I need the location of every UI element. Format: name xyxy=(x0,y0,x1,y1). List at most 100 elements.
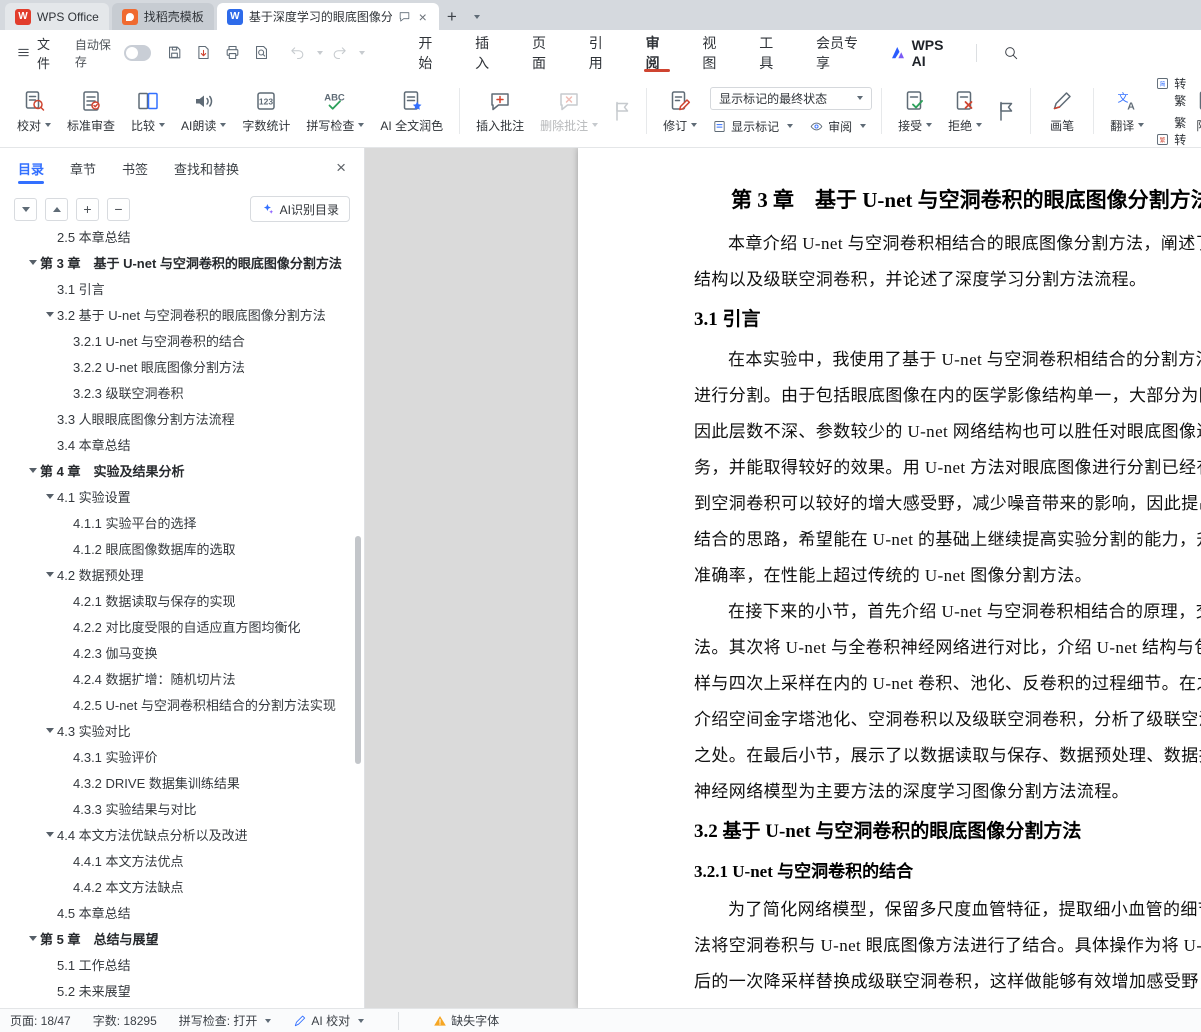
sidebar-tab-书签[interactable]: 书签 xyxy=(122,148,148,188)
tab-list-dropdown-icon[interactable] xyxy=(465,3,485,30)
toc-item[interactable]: 4.2.5 U-net 与空洞卷积相结合的分割方法实现 xyxy=(0,691,364,717)
toc-item[interactable]: 4.3.3 实验结果与对比 xyxy=(0,795,364,821)
wps-ai-icon xyxy=(889,44,907,62)
toc-item[interactable]: 2.5 本章总结 xyxy=(0,230,364,249)
accept-button[interactable]: 接受 xyxy=(891,81,939,141)
toc-item[interactable]: 4.5 本章总结 xyxy=(0,899,364,925)
toc-item[interactable]: 3.2.2 U-net 眼底图像分割方法 xyxy=(0,353,364,379)
proofread-button[interactable]: 校对 xyxy=(10,81,58,141)
toc-item[interactable]: 3.1 引言 xyxy=(0,275,364,301)
wps-office-tab[interactable]: W WPS Office xyxy=(5,3,109,30)
toc-item[interactable]: 4.3.1 实验评价 xyxy=(0,743,364,769)
traditional-to-simplified-button[interactable]: 繁 繁转简 xyxy=(1155,114,1186,148)
toc-item[interactable]: 第 5 章 总结与展望 xyxy=(0,925,364,951)
expand-arrow-icon[interactable] xyxy=(26,259,40,265)
file-menu-button[interactable]: 文件 xyxy=(10,30,65,76)
toc-item[interactable]: 5.2 未来展望 xyxy=(0,977,364,1003)
toc-item[interactable]: 第 3 章 基于 U-net 与空洞卷积的眼底图像分割方法 xyxy=(0,249,364,275)
toc-item[interactable]: 4.3 实验对比 xyxy=(0,717,364,743)
toc-item[interactable]: 4.4.2 本文方法缺点 xyxy=(0,873,364,899)
expand-arrow-icon[interactable] xyxy=(43,831,57,837)
close-tab-icon[interactable]: × xyxy=(417,9,429,25)
sidebar-tab-目录[interactable]: 目录 xyxy=(18,148,45,188)
reject-button[interactable]: 拒绝 xyxy=(941,81,989,141)
toc-item[interactable]: 3.4 本章总结 xyxy=(0,431,364,457)
toc-item[interactable]: 4.4.1 本文方法优点 xyxy=(0,847,364,873)
word-count-indicator[interactable]: 字数: 18295 xyxy=(93,1012,157,1029)
expand-arrow-icon[interactable] xyxy=(43,311,57,317)
expand-arrow-icon[interactable] xyxy=(43,571,57,577)
pen-button[interactable]: 画笔 xyxy=(1040,81,1084,141)
wps-ai-button[interactable]: WPS AI xyxy=(889,37,955,69)
menu-tab-工具[interactable]: 工具 xyxy=(742,30,799,75)
search-button[interactable] xyxy=(999,40,1023,66)
collapse-all-button[interactable] xyxy=(14,197,37,221)
toc-item[interactable]: 3.3 人眼眼底图像分割方法流程 xyxy=(0,405,364,431)
toc-item[interactable]: 4.1 实验设置 xyxy=(0,483,364,509)
spellcheck-status[interactable]: 拼写检查: 打开 xyxy=(179,1012,272,1029)
toc-item[interactable]: 4.2.4 数据扩增：随机切片法 xyxy=(0,665,364,691)
expand-arrow-icon[interactable] xyxy=(43,493,57,499)
zoom-in-button[interactable]: + xyxy=(76,197,99,221)
autosave-toggle[interactable] xyxy=(124,44,152,61)
sidebar-tab-查找和替换[interactable]: 查找和替换 xyxy=(174,148,239,188)
expand-arrow-icon[interactable] xyxy=(43,727,57,733)
std-review-button[interactable]: 标准审查 xyxy=(60,81,122,141)
review-mode-button[interactable]: 审阅 xyxy=(807,117,868,136)
zoom-out-button[interactable]: − xyxy=(107,197,130,221)
toc-item[interactable]: 4.1.2 眼底图像数据库的选取 xyxy=(0,535,364,561)
markup-state-combo[interactable]: 显示标记的最终状态 xyxy=(710,86,873,110)
restrict-edit-button[interactable]: 限制 xyxy=(1186,81,1201,141)
save-button[interactable] xyxy=(161,40,187,66)
ai-read-button[interactable]: AI朗读 xyxy=(174,81,233,141)
ai-identify-toc-button[interactable]: AI识别目录 xyxy=(249,196,350,222)
toc-item[interactable]: 5.1 工作总结 xyxy=(0,951,364,977)
missing-font-warning[interactable]: 缺失字体 xyxy=(433,1012,499,1029)
revise-button[interactable]: 修订 xyxy=(656,81,704,141)
print-button[interactable] xyxy=(219,40,245,66)
toc-item[interactable]: 4.1.1 实验平台的选择 xyxy=(0,509,364,535)
expand-arrow-icon[interactable] xyxy=(26,467,40,473)
new-tab-button[interactable]: + xyxy=(439,3,465,30)
flag-button[interactable] xyxy=(991,81,1021,141)
toc-item[interactable]: 第 4 章 实验及结果分析 xyxy=(0,457,364,483)
export-icon xyxy=(195,44,212,61)
expand-all-button[interactable] xyxy=(45,197,68,221)
word-count-button[interactable]: 123 字数统计 xyxy=(235,81,297,141)
spell-check-button[interactable]: ABC 拼写检查 xyxy=(299,81,371,141)
toc-item[interactable]: 3.2.1 U-net 与空洞卷积的结合 xyxy=(0,327,364,353)
expand-arrow-icon[interactable] xyxy=(26,935,40,941)
export-button[interactable] xyxy=(190,40,216,66)
menu-tab-插入[interactable]: 插入 xyxy=(458,30,515,75)
compare-button[interactable]: 比较 xyxy=(124,81,172,141)
sidebar-scrollbar[interactable] xyxy=(355,536,361,764)
sidebar-tab-章节[interactable]: 章节 xyxy=(70,148,96,188)
toc-item[interactable]: 3.2 基于 U-net 与空洞卷积的眼底图像分割方法 xyxy=(0,301,364,327)
document-tab[interactable]: W 基于深度学习的眼底图像分割 × xyxy=(216,3,439,30)
docer-template-tab[interactable]: 找稻壳模板 xyxy=(111,3,214,30)
toc-item[interactable]: 4.2.3 伽马变换 xyxy=(0,639,364,665)
ai-proofread-status[interactable]: AI 校对 xyxy=(293,1012,365,1029)
menu-tab-页面[interactable]: 页面 xyxy=(515,30,572,75)
toc-item[interactable]: 4.2.2 对比度受限的自适应直方图均衡化 xyxy=(0,613,364,639)
document-page[interactable]: 第 3 章 基于 U-net 与空洞卷积的眼底图像分割方法 本章介绍 U-net … xyxy=(578,148,1201,1008)
menu-tab-审阅[interactable]: 审阅 xyxy=(629,30,686,75)
simplified-to-traditional-button[interactable]: 简 简转繁 xyxy=(1155,75,1186,109)
toc-item[interactable]: 4.2 数据预处理 xyxy=(0,561,364,587)
comment-add-button[interactable]: 插入批注 xyxy=(469,81,531,141)
toc-item[interactable]: 4.2.1 数据读取与保存的实现 xyxy=(0,587,364,613)
show-markup-button[interactable]: 显示标记 xyxy=(710,117,795,136)
toc-item[interactable]: 4.3.2 DRIVE 数据集训练结果 xyxy=(0,769,364,795)
sidebar-close-icon[interactable]: × xyxy=(336,158,346,178)
polish-button[interactable]: AI 全文润色 xyxy=(373,81,450,141)
menu-tab-视图[interactable]: 视图 xyxy=(685,30,742,75)
menu-tab-开始[interactable]: 开始 xyxy=(401,30,458,75)
menu-tab-引用[interactable]: 引用 xyxy=(572,30,629,75)
page-indicator[interactable]: 页面: 18/47 xyxy=(10,1012,71,1029)
preview-button[interactable] xyxy=(248,40,274,66)
toc-item[interactable]: 3.2.3 级联空洞卷积 xyxy=(0,379,364,405)
toc-item[interactable]: 4.4 本文方法优缺点分析以及改进 xyxy=(0,821,364,847)
flag-button xyxy=(607,81,637,141)
menu-tab-会员专享[interactable]: 会员专享 xyxy=(799,30,879,75)
translate-button[interactable]: 文 A 翻译 xyxy=(1103,81,1151,141)
